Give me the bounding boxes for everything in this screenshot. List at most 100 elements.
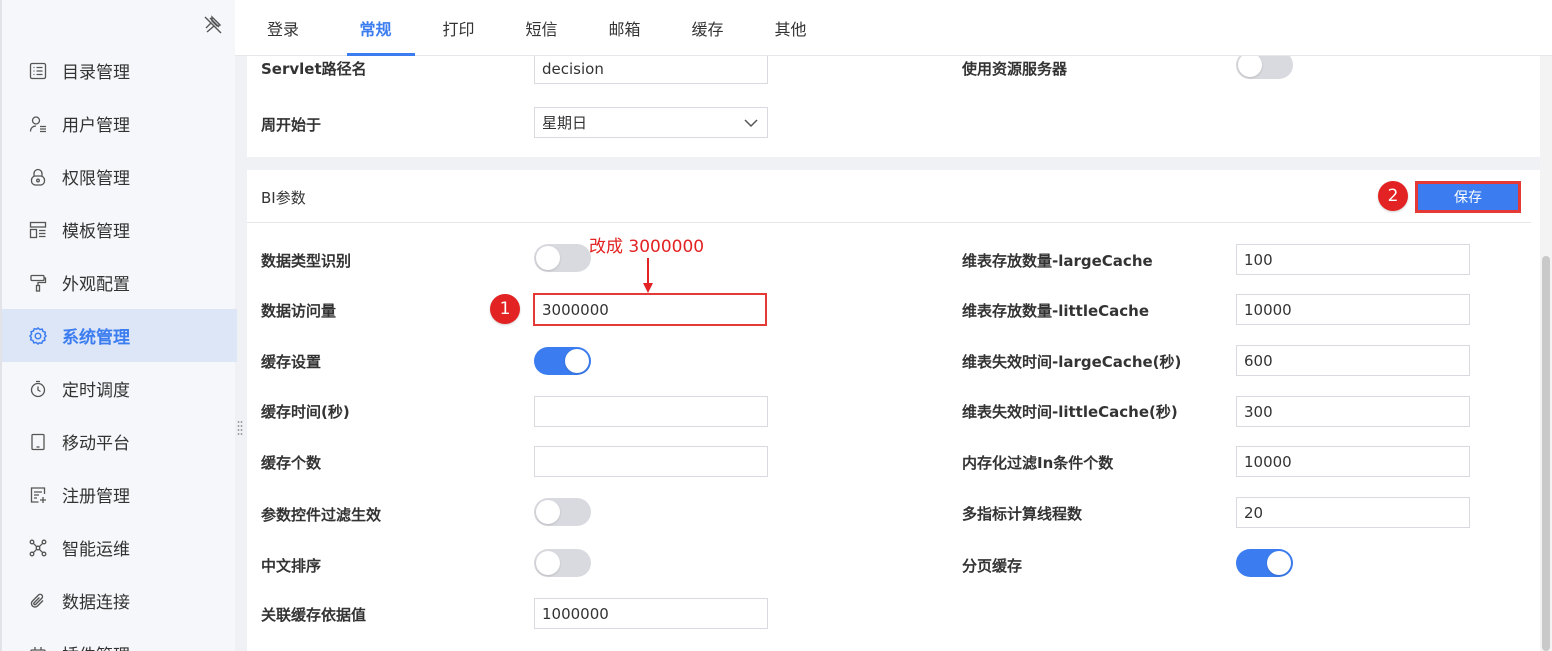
thread-count-input[interactable]: 20 <box>1236 497 1470 528</box>
servlet-label: Servlet路径名 <box>261 60 367 78</box>
content-scrollbar[interactable] <box>1540 56 1552 651</box>
step-1-badge: 1 <box>490 294 520 324</box>
bi-params-section: BI参数 保存 数据类型识别 数据访问量 3000000 缓存设置 缓存时间(秒… <box>247 170 1541 651</box>
sidebar-item-system[interactable]: 系统管理 <box>2 309 237 362</box>
network-icon <box>28 538 48 558</box>
dim-large-expire-input[interactable]: 600 <box>1236 345 1470 376</box>
dim-large-count-input[interactable]: 100 <box>1236 244 1470 275</box>
sidebar-item-label: 模板管理 <box>62 222 130 242</box>
cache-setting-toggle[interactable] <box>534 347 591 375</box>
tab-cache[interactable]: 缓存 <box>666 0 749 56</box>
sidebar-item-register[interactable]: 注册管理 <box>2 468 237 521</box>
resize-handle-icon[interactable] <box>237 420 243 438</box>
toggle-knob <box>1267 551 1291 575</box>
data-access-label: 数据访问量 <box>261 302 337 320</box>
tab-general[interactable]: 常规 <box>334 0 417 56</box>
param-filter-toggle[interactable] <box>534 498 591 526</box>
settings-tabs: 登录 常规 打印 短信 邮箱 缓存 其他 <box>235 0 1552 56</box>
sidebar-item-label: 智能运维 <box>62 540 130 560</box>
section-header: BI参数 保存 <box>247 170 1531 223</box>
gear-icon <box>28 326 48 346</box>
pin-icon[interactable] <box>202 14 224 36</box>
user-icon <box>28 114 48 134</box>
step-2-badge: 2 <box>1378 181 1408 211</box>
data-access-input[interactable]: 3000000 <box>533 293 767 326</box>
cache-count-input[interactable] <box>534 446 768 477</box>
save-button[interactable]: 保存 <box>1415 181 1521 213</box>
sidebar-item-schedule[interactable]: 定时调度 <box>2 362 237 415</box>
template-icon <box>28 220 48 240</box>
general-section: Servlet路径名 decision 使用资源服务器 周开始于 星期日 <box>247 56 1541 157</box>
cache-setting-label: 缓存设置 <box>261 353 322 371</box>
sidebar-item-mobile[interactable]: 移动平台 <box>2 415 237 468</box>
resource-server-label: 使用资源服务器 <box>962 60 1068 78</box>
sidebar-item-users[interactable]: 用户管理 <box>2 97 237 150</box>
sidebar-item-label: 目录管理 <box>62 63 130 83</box>
dim-large-expire-label: 维表失效时间-largeCache(秒) <box>962 353 1182 371</box>
cache-time-input[interactable] <box>534 396 768 427</box>
dim-little-expire-input[interactable]: 300 <box>1236 396 1470 427</box>
relation-cache-input[interactable]: 1000000 <box>534 598 768 629</box>
toggle-knob <box>536 246 560 270</box>
dim-little-count-input[interactable]: 10000 <box>1236 294 1470 325</box>
sidebar-item-label: 注册管理 <box>62 487 130 507</box>
sidebar-item-label: 插件管理 <box>62 641 130 651</box>
chevron-down-icon <box>743 115 759 131</box>
toggle-knob <box>536 500 560 524</box>
tab-other[interactable]: 其他 <box>749 0 832 56</box>
toggle-knob <box>565 349 589 373</box>
sidebar: 目录管理 用户管理 权限管理 模板管理 外观配置 系统管理 定时调度 移动平台 <box>0 0 237 651</box>
sidebar-item-label: 数据连接 <box>62 593 130 613</box>
dim-large-count-label: 维表存放数量-largeCache <box>962 252 1153 270</box>
chinese-sort-toggle[interactable] <box>534 549 591 577</box>
resource-server-toggle[interactable] <box>1236 56 1293 79</box>
tab-sms[interactable]: 短信 <box>500 0 583 56</box>
sidebar-item-label: 权限管理 <box>62 169 130 189</box>
tab-print[interactable]: 打印 <box>417 0 500 56</box>
toggle-knob <box>536 551 560 575</box>
week-start-select[interactable]: 星期日 <box>534 107 768 138</box>
plugin-icon <box>28 644 48 651</box>
tablet-icon <box>28 432 48 452</box>
param-filter-label: 参数控件过滤生效 <box>261 506 382 524</box>
sidebar-item-ops[interactable]: 智能运维 <box>2 521 237 574</box>
lock-icon <box>28 167 48 187</box>
page-cache-label: 分页缓存 <box>962 557 1023 575</box>
toggle-knob <box>1238 56 1262 77</box>
chinese-sort-label: 中文排序 <box>261 557 322 575</box>
paint-roller-icon <box>28 273 48 293</box>
tab-email[interactable]: 邮箱 <box>583 0 666 56</box>
sidebar-item-permissions[interactable]: 权限管理 <box>2 150 237 203</box>
sidebar-item-templates[interactable]: 模板管理 <box>2 203 237 256</box>
servlet-input[interactable]: decision <box>534 56 768 84</box>
sidebar-nav: 目录管理 用户管理 权限管理 模板管理 外观配置 系统管理 定时调度 移动平台 <box>2 44 237 651</box>
sidebar-item-label: 外观配置 <box>62 275 130 295</box>
tab-login[interactable]: 登录 <box>267 0 334 56</box>
register-icon <box>28 485 48 505</box>
cache-time-label: 缓存时间(秒) <box>261 403 350 421</box>
sidebar-item-plugins[interactable]: 插件管理 <box>2 627 237 651</box>
annotation-arrow-icon <box>643 258 653 293</box>
dim-little-expire-label: 维表失效时间-littleCache(秒) <box>962 403 1178 421</box>
sidebar-item-label: 移动平台 <box>62 434 130 454</box>
data-type-detect-toggle[interactable] <box>534 244 591 272</box>
settings-content: Servlet路径名 decision 使用资源服务器 周开始于 星期日 BI参… <box>247 56 1541 651</box>
week-start-value: 星期日 <box>542 114 588 132</box>
thread-count-label: 多指标计算线程数 <box>962 505 1083 523</box>
sidebar-item-label: 系统管理 <box>62 328 130 348</box>
annotation-note: 改成 3000000 <box>589 237 705 257</box>
in-filter-count-label: 内存化过滤In条件个数 <box>962 454 1114 472</box>
dim-little-count-label: 维表存放数量-littleCache <box>962 302 1150 320</box>
paperclip-icon <box>28 591 48 611</box>
sidebar-item-appearance[interactable]: 外观配置 <box>2 256 237 309</box>
sidebar-item-label: 定时调度 <box>62 381 130 401</box>
section-title: BI参数 <box>261 189 306 207</box>
page-cache-toggle[interactable] <box>1236 549 1293 577</box>
list-icon <box>28 61 48 81</box>
sidebar-item-datasource[interactable]: 数据连接 <box>2 574 237 627</box>
cache-count-label: 缓存个数 <box>261 454 322 472</box>
scrollbar-thumb[interactable] <box>1542 256 1550 651</box>
sidebar-item-catalog[interactable]: 目录管理 <box>2 44 237 97</box>
in-filter-count-input[interactable]: 10000 <box>1236 446 1470 477</box>
sidebar-item-label: 用户管理 <box>62 116 130 136</box>
